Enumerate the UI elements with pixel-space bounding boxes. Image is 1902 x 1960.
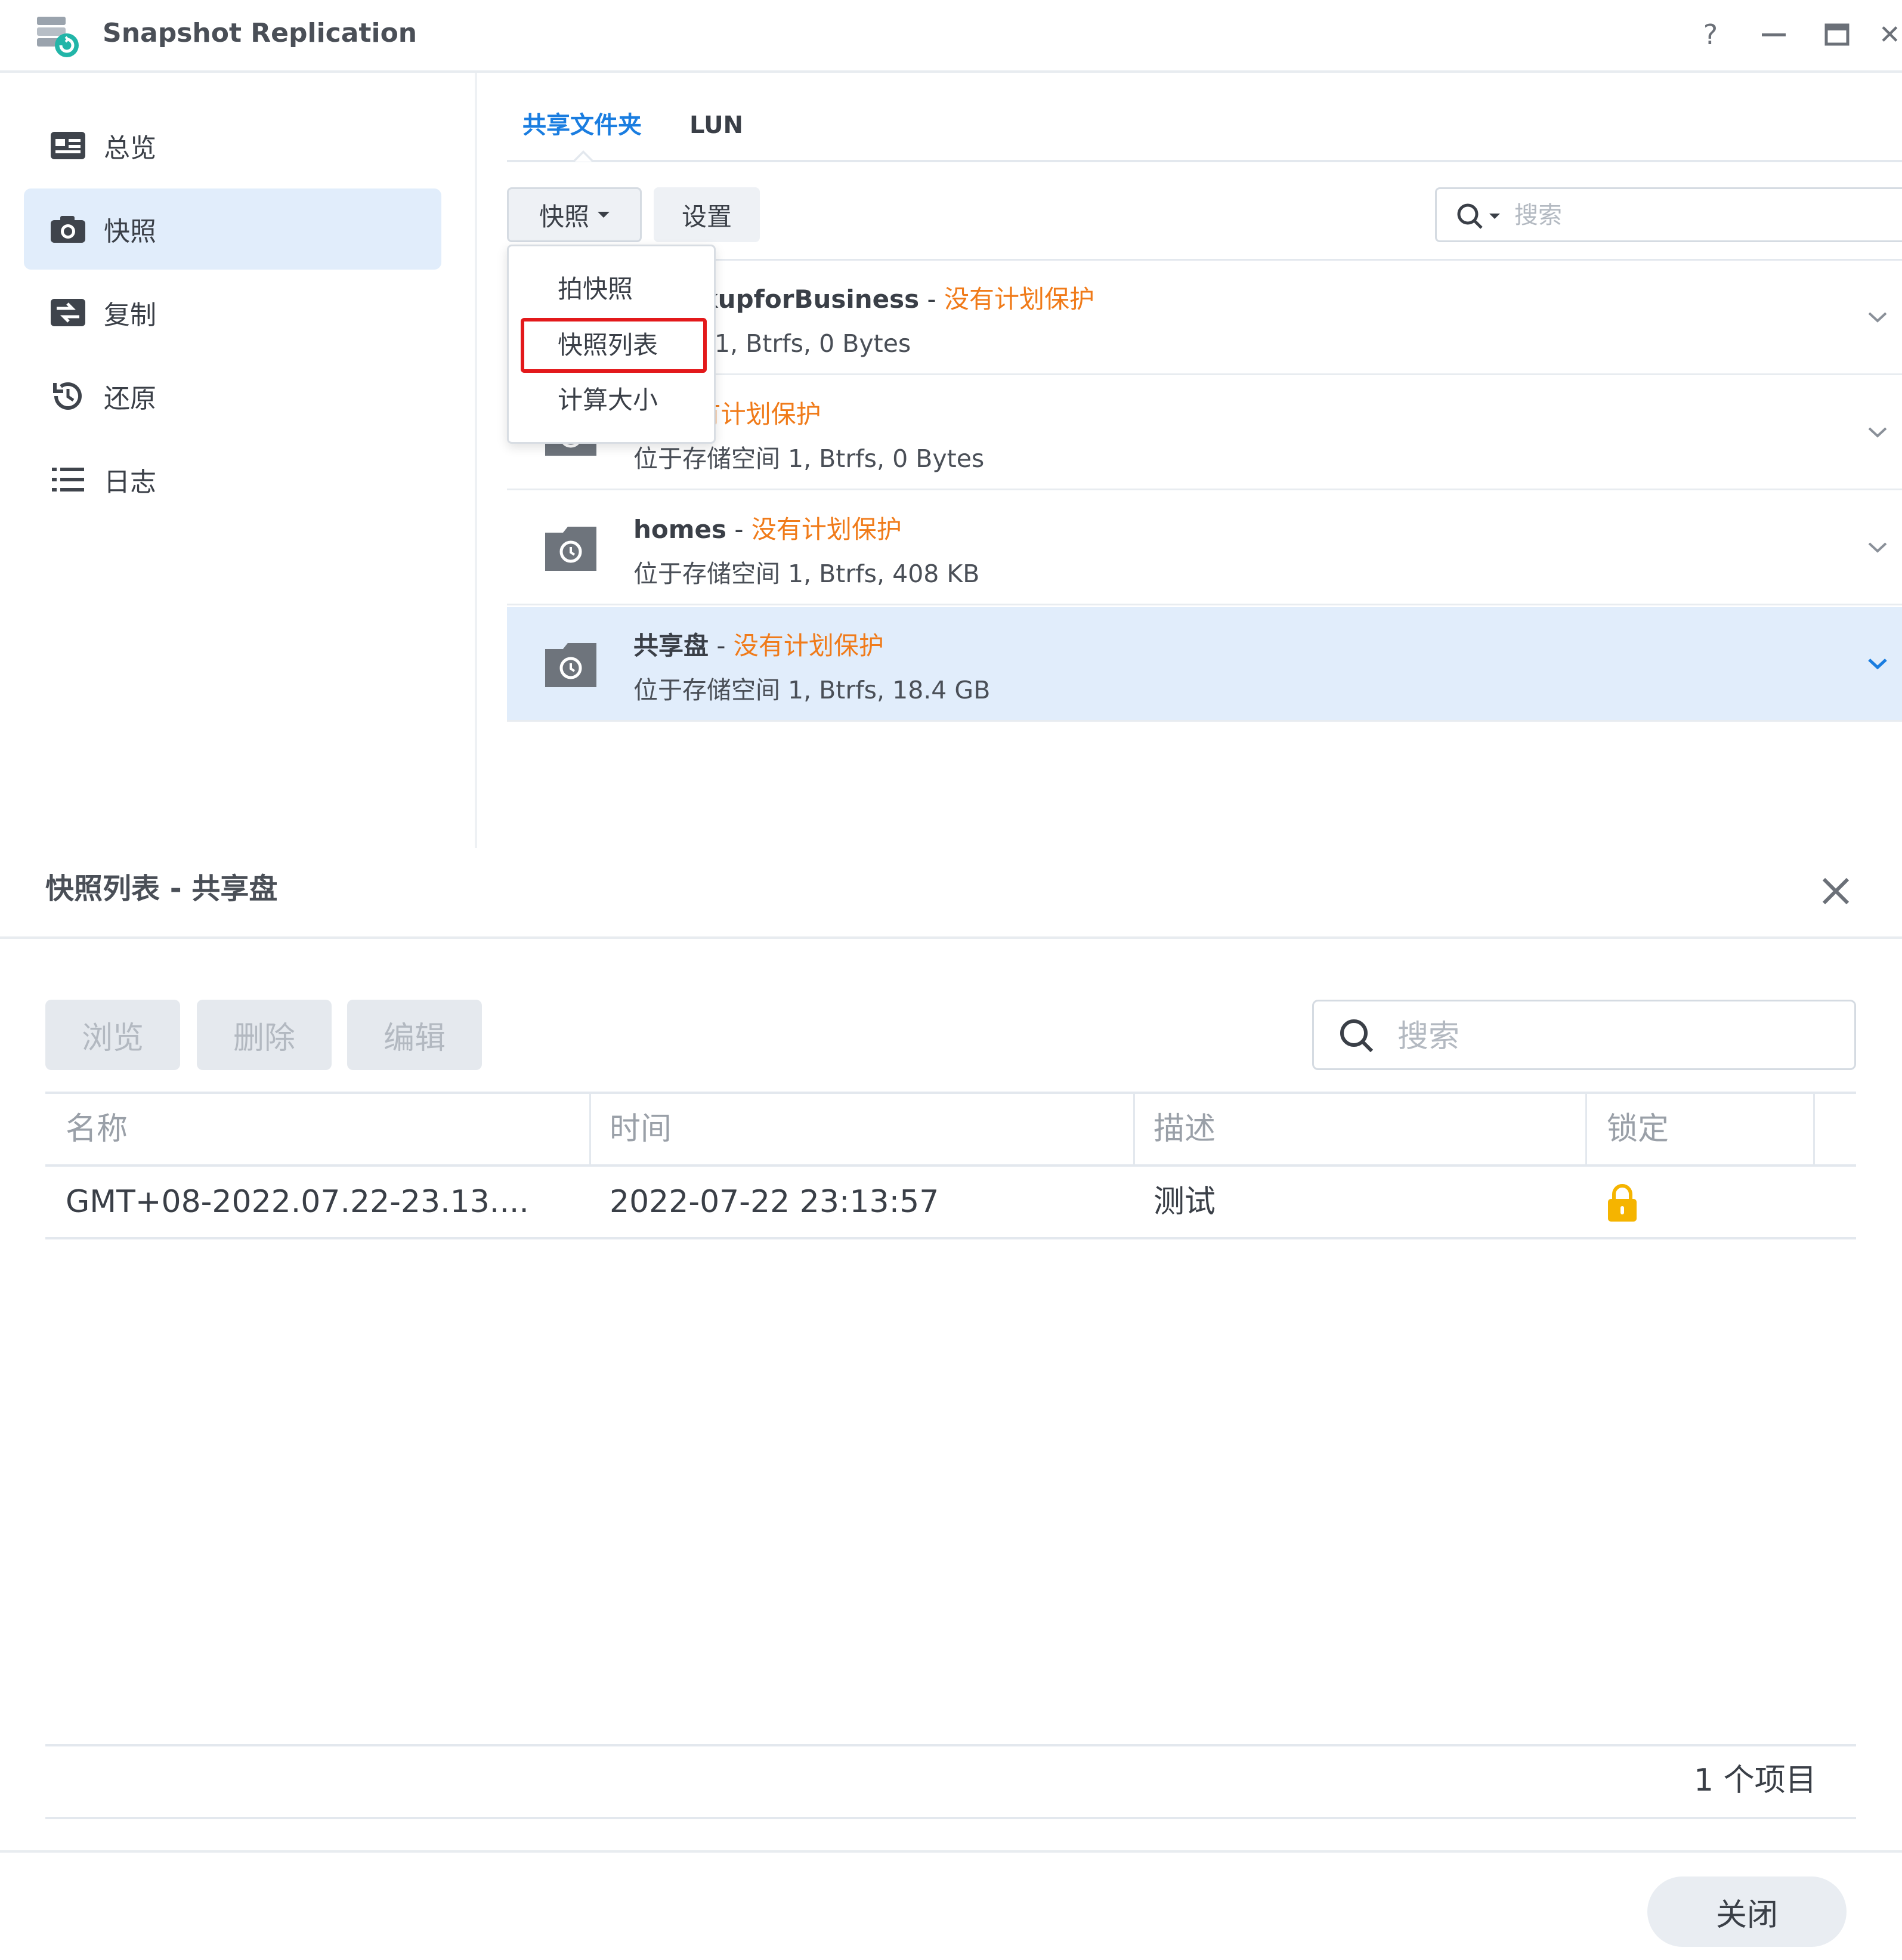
- maximize-button[interactable]: [1819, 17, 1855, 52]
- sidebar-item-label: 还原: [104, 384, 156, 414]
- title-bar: Snapshot Replication ? ✕: [0, 0, 1902, 73]
- minimize-button[interactable]: [1756, 17, 1792, 52]
- share-name-line: homes - 没有计划保护: [633, 515, 902, 544]
- column-header-description[interactable]: 描述: [1153, 1107, 1216, 1151]
- chevron-down-icon[interactable]: [1861, 647, 1894, 680]
- dialog-close-icon[interactable]: [1813, 868, 1858, 914]
- sidebar-item-replication[interactable]: 复制: [24, 272, 441, 353]
- column-header-time[interactable]: 时间: [610, 1107, 672, 1151]
- chevron-down-icon[interactable]: [1861, 300, 1894, 333]
- chevron-down-icon: [598, 212, 610, 218]
- sidebar-item-label: 日志: [104, 467, 156, 497]
- log-list-icon: [49, 460, 87, 499]
- column-header-name[interactable]: 名称: [66, 1107, 128, 1151]
- settings-button[interactable]: 设置: [654, 187, 760, 242]
- chevron-down-icon[interactable]: [1861, 530, 1894, 564]
- snapshot-description-cell: 测试: [1153, 1184, 1216, 1220]
- share-status: 没有计划保护: [751, 515, 902, 544]
- minimize-icon: [1762, 33, 1786, 36]
- chevron-down-icon[interactable]: [1861, 415, 1894, 449]
- sidebar-item-label: 快照: [104, 217, 156, 247]
- share-location: 位于存储空间 1, Btrfs, 0 Bytes: [633, 444, 985, 473]
- window-close-icon: ✕: [1879, 19, 1901, 50]
- table-row-border: [45, 1237, 1856, 1239]
- edit-button[interactable]: 编辑: [347, 1000, 482, 1070]
- browse-button[interactable]: 浏览: [45, 1000, 180, 1070]
- shared-folder-icon: [545, 527, 596, 571]
- delete-button[interactable]: 删除: [197, 1000, 332, 1070]
- column-separator: [589, 1093, 591, 1166]
- share-status: 没有计划保护: [944, 285, 1095, 314]
- sidebar-item-label: 总览: [104, 133, 156, 163]
- snapshot-menu-label: 快照: [539, 202, 589, 231]
- sidebar-item-log[interactable]: 日志: [24, 439, 441, 520]
- snapshot-menu-button[interactable]: 快照: [507, 187, 642, 242]
- share-row[interactable]: eBackupforBusiness - 没有计划保护 储空间 1, Btrfs…: [507, 261, 1902, 375]
- app-title: Snapshot Replication: [103, 18, 417, 48]
- search-icon: [1340, 1019, 1374, 1053]
- share-name: 共享盘: [633, 631, 709, 660]
- close-button[interactable]: 关闭: [1647, 1876, 1847, 1947]
- footer-divider: [45, 1817, 1856, 1819]
- share-row-selected[interactable]: 共享盘 - 没有计划保护 位于存储空间 1, Btrfs, 18.4 GB: [507, 607, 1902, 722]
- active-tab-indicator: [573, 150, 594, 162]
- replication-icon: [49, 293, 87, 332]
- sidebar-item-snapshot[interactable]: 快照: [24, 188, 441, 270]
- snapshot-time-cell: 2022-07-22 23:13:57: [610, 1184, 939, 1220]
- search-options-caret-icon[interactable]: [1489, 214, 1500, 219]
- shared-folder-icon: [545, 643, 596, 687]
- tab-shared-folder[interactable]: 共享文件夹: [522, 107, 642, 143]
- snapshot-search-input[interactable]: 搜索: [1312, 1000, 1856, 1070]
- window-close-button[interactable]: ✕: [1879, 17, 1902, 52]
- menu-item-snapshot-list[interactable]: 快照列表: [558, 327, 658, 363]
- table-top-border: [45, 1092, 1856, 1094]
- sidebar-item-label: 复制: [104, 300, 156, 330]
- menu-item-take-snapshot[interactable]: 拍快照: [558, 271, 633, 307]
- column-separator: [1585, 1093, 1587, 1166]
- sidebar-item-overview[interactable]: 总览: [24, 105, 441, 186]
- search-placeholder: 搜索: [1397, 1019, 1460, 1055]
- help-icon: ?: [1703, 18, 1718, 51]
- search-placeholder: 搜索: [1514, 202, 1562, 229]
- dialog-footer-divider: [0, 1850, 1902, 1853]
- table-bottom-border: [45, 1744, 1856, 1746]
- settings-label: 设置: [681, 202, 732, 231]
- dialog-header-divider: [0, 936, 1902, 939]
- help-button[interactable]: ?: [1693, 17, 1728, 52]
- tabs-divider: [507, 160, 1902, 162]
- share-row[interactable]: homes - 没有计划保护 位于存储空间 1, Btrfs, 408 KB: [507, 491, 1902, 605]
- share-status: 没有计划保护: [733, 631, 884, 660]
- lock-icon[interactable]: [1606, 1182, 1639, 1223]
- tab-lun[interactable]: LUN: [689, 107, 743, 143]
- app-logo-icon: [37, 17, 79, 57]
- share-location: 位于存储空间 1, Btrfs, 18.4 GB: [633, 676, 991, 704]
- snapshot-name-cell: GMT+08-2022.07.22-23.13....: [66, 1184, 529, 1220]
- menu-item-calculate-size[interactable]: 计算大小: [558, 382, 658, 418]
- share-row[interactable]: r - 没有计划保护 位于存储空间 1, Btrfs, 0 Bytes: [507, 376, 1902, 490]
- column-header-lock[interactable]: 锁定: [1607, 1107, 1669, 1151]
- share-name-line: 共享盘 - 没有计划保护: [633, 631, 884, 660]
- dialog-title: 快照列表 - 共享盘: [45, 872, 278, 905]
- column-separator: [1813, 1093, 1815, 1166]
- share-search-input[interactable]: 搜索: [1435, 187, 1902, 242]
- camera-icon: [49, 210, 87, 248]
- search-icon: [1457, 203, 1483, 229]
- share-location: 位于存储空间 1, Btrfs, 408 KB: [633, 559, 980, 588]
- restore-icon: [49, 377, 87, 415]
- item-count: 1 个项目: [1694, 1763, 1817, 1798]
- column-separator: [1133, 1093, 1135, 1166]
- sidebar-item-restore[interactable]: 还原: [24, 355, 441, 437]
- share-name: homes: [633, 515, 727, 544]
- snapshot-dropdown-menu: 拍快照 快照列表 计算大小: [507, 245, 716, 444]
- overview-icon: [49, 126, 87, 165]
- maximize-icon: [1824, 23, 1850, 46]
